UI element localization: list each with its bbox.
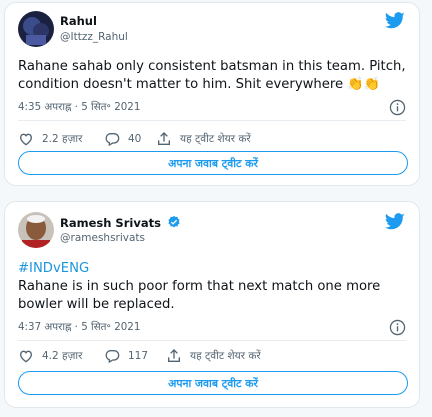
twitter-bird-icon[interactable] [385,12,405,29]
heart-icon [19,133,33,146]
like-count: 4.2 हज़ार [42,350,83,362]
hashtag-link[interactable]: #INDvENG [18,260,410,278]
reply-count: 117 [128,350,149,362]
divider [18,120,406,121]
reply-count: 40 [128,133,142,145]
user-name-text: Ramesh Srivats [60,216,161,230]
avatar[interactable] [18,11,54,47]
verified-badge-icon [168,215,180,228]
reply-action[interactable]: 117 [104,347,148,365]
share-icon [158,132,170,145]
divider [18,340,406,341]
share-label: यह ट्वीट शेयर करें [190,350,261,362]
user-handle[interactable]: @rameshsrivats [60,232,145,244]
tweet-actions: 4.2 हज़ार 117 यह ट्वीट शेयर करें [18,347,398,365]
timestamp[interactable]: 4:35 अपराह्न · 5 सित॰ 2021 [18,100,140,114]
share-icon [168,349,180,362]
clapping-emoji: 👏👏 [347,77,381,92]
tweet-text: Rahane sahab only consistent batsman in … [18,58,410,94]
tweet-text: #INDvENG Rahane is in such poor form tha… [18,260,410,314]
share-action[interactable]: यह ट्वीट शेयर करें [156,130,251,148]
share-action[interactable]: यह ट्वीट शेयर करें [166,347,261,365]
tweet-card: Rahul @Ittzz_Rahul Rahane sahab only con… [4,2,420,186]
user-name[interactable]: Rahul [60,14,97,28]
share-label: यह ट्वीट शेयर करें [180,133,251,145]
reply-tweet-button[interactable]: अपना जवाब ट्वीट करें [18,371,408,395]
heart-icon [19,350,33,363]
info-icon[interactable] [389,99,406,116]
reply-icon [105,350,120,364]
avatar[interactable] [18,212,54,248]
user-handle[interactable]: @Ittzz_Rahul [60,31,128,43]
reply-action[interactable]: 40 [104,130,141,148]
like-action[interactable]: 4.2 हज़ार [18,347,82,365]
like-action[interactable]: 2.2 हज़ार [18,130,82,148]
reply-tweet-button[interactable]: अपना जवाब ट्वीट करें [18,151,408,175]
timestamp[interactable]: 4:37 अपराह्न · 5 सित॰ 2021 [18,320,140,334]
reply-icon [105,133,120,147]
user-name[interactable]: Ramesh Srivats [60,215,181,230]
twitter-bird-icon[interactable] [385,213,405,230]
tweet-body: Rahane is in such poor form that next ma… [18,279,381,312]
info-icon[interactable] [389,319,406,336]
tweet-card: Ramesh Srivats @rameshsrivats #INDvENG R… [4,201,420,408]
like-count: 2.2 हज़ार [42,133,83,145]
tweet-actions: 2.2 हज़ार 40 यह ट्वीट शेयर करें [18,130,398,148]
